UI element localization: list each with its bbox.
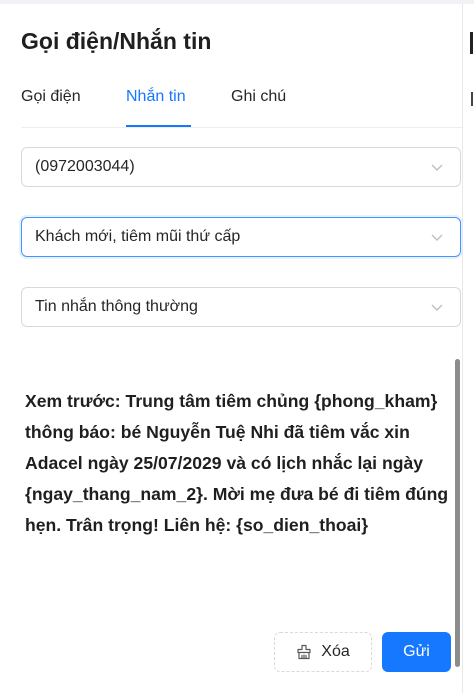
message-preview: Xem trước: Trung tâm tiêm chủng {phong_k… [25, 391, 449, 535]
chevron-down-icon [431, 234, 443, 241]
chevron-down-icon [431, 164, 443, 171]
tab-bar: Gọi điện Nhắn tin Ghi chú [21, 80, 462, 128]
phone-select[interactable]: (0972003044) [21, 147, 461, 187]
scrollbar[interactable] [455, 359, 460, 667]
tab-call[interactable]: Gọi điện [21, 88, 81, 106]
tab-message[interactable]: Nhắn tin [126, 88, 186, 106]
phone-select-value: (0972003044) [35, 158, 135, 175]
message-type-select-value: Tin nhắn thông thường [35, 298, 198, 315]
call-message-panel: Gọi điện/Nhắn tin Gọi điện Nhắn tin Ghi … [0, 4, 462, 693]
clear-icon [297, 644, 311, 660]
send-button-label: Gửi [403, 643, 430, 660]
chevron-down-icon [431, 304, 443, 311]
message-type-select[interactable]: Tin nhắn thông thường [21, 287, 461, 327]
delete-button[interactable]: Xóa [274, 632, 372, 672]
page-title: Gọi điện/Nhắn tin [21, 28, 212, 54]
adjacent-panel-edge [462, 4, 474, 693]
template-select[interactable]: Khách mới, tiêm mũi thứ cấp [21, 217, 461, 257]
template-select-value: Khách mới, tiêm mũi thứ cấp [35, 228, 241, 245]
active-tab-indicator [126, 125, 191, 127]
send-button[interactable]: Gửi [382, 632, 451, 672]
tab-note[interactable]: Ghi chú [231, 88, 286, 106]
delete-button-label: Xóa [321, 643, 350, 660]
